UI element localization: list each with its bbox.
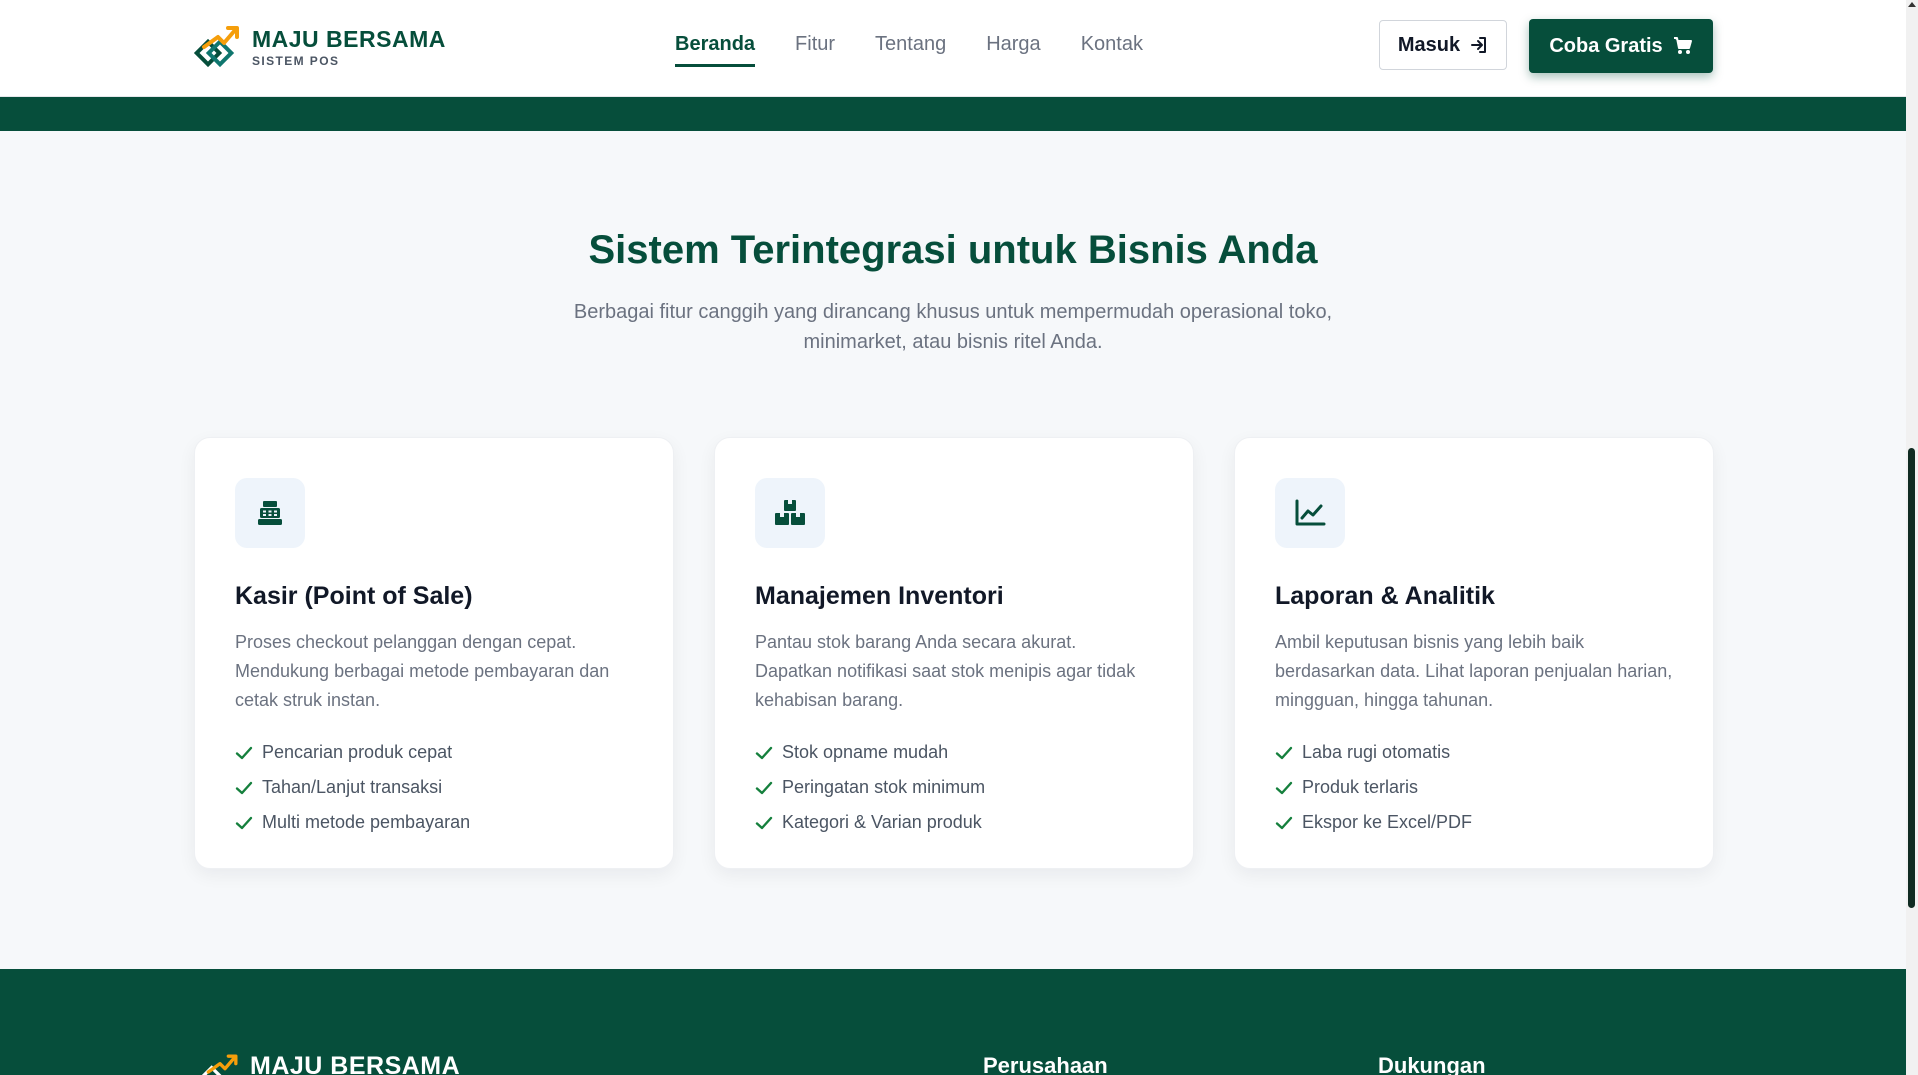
feature-list: Laba rugi otomatis Produk terlaris Ekspo… [1275, 735, 1472, 840]
check-icon [235, 781, 253, 794]
feature-label: Kategori & Varian produk [782, 812, 982, 832]
list-item: Produk terlaris [1275, 770, 1472, 805]
list-item: Stok opname mudah [755, 735, 985, 770]
check-icon [755, 746, 773, 759]
top-navbar: MAJU BERSAMA SISTEM POS Beranda Fitur Te… [0, 0, 1906, 97]
shopping-cart-icon [1673, 37, 1692, 54]
list-item: Pencarian produk cepat [235, 735, 470, 770]
nav-item-harga[interactable]: Harga [986, 30, 1040, 67]
check-icon [755, 781, 773, 794]
card-description: Ambil keputusan bisnis yang lebih baik b… [1275, 632, 1673, 710]
check-icon [1275, 746, 1293, 759]
feature-label: Peringatan stok minimum [782, 777, 986, 797]
feature-label: Pencarian produk cepat [262, 742, 453, 762]
feature-label: Multi metode pembayaran [262, 812, 471, 832]
cash-register-icon [235, 478, 305, 548]
login-button[interactable]: Masuk [1379, 20, 1507, 70]
main-nav: Beranda Fitur Tentang Harga Kontak [675, 30, 1183, 67]
brand-logo-link[interactable]: MAJU BERSAMA SISTEM POS [194, 23, 446, 71]
nav-item-beranda[interactable]: Beranda [675, 30, 756, 67]
footer-brand-name: MAJU BERSAMA [250, 1052, 461, 1075]
brand-logo-icon [200, 1054, 238, 1075]
feature-card-inventory: Manajemen Inventori Pantau stok barang A… [714, 437, 1194, 869]
nav-item-fitur[interactable]: Fitur [795, 30, 835, 67]
card-title: Manajemen Inventori [755, 582, 1004, 610]
check-icon [235, 746, 253, 759]
footer-column-title-perusahaan: Perusahaan [983, 1053, 1108, 1075]
list-item: Tahan/Lanjut transaksi [235, 770, 470, 805]
hero-bottom-band [0, 96, 1906, 131]
list-item: Ekspor ke Excel/PDF [1275, 805, 1472, 840]
feature-list: Stok opname mudah Peringatan stok minimu… [755, 735, 985, 840]
boxes-icon [755, 478, 825, 548]
check-icon [1275, 781, 1293, 794]
sign-in-icon [1471, 37, 1487, 53]
section-description: Berbagai fitur canggih yang dirancang kh… [573, 301, 1333, 353]
brand-name: MAJU BERSAMA [252, 26, 446, 52]
nav-item-kontak[interactable]: Kontak [1081, 30, 1143, 67]
scrollbar-thumb[interactable] [1908, 448, 1915, 908]
feature-label: Laba rugi otomatis [1302, 742, 1451, 762]
list-item: Laba rugi otomatis [1275, 735, 1472, 770]
feature-label: Tahan/Lanjut transaksi [262, 777, 443, 797]
check-icon [1275, 816, 1293, 829]
list-item: Multi metode pembayaran [235, 805, 470, 840]
list-item: Peringatan stok minimum [755, 770, 985, 805]
free-trial-button[interactable]: Coba Gratis [1529, 19, 1713, 73]
feature-label: Produk terlaris [1302, 777, 1419, 797]
list-item: Kategori & Varian produk [755, 805, 985, 840]
feature-card-reports: Laporan & Analitik Ambil keputusan bisni… [1234, 437, 1714, 869]
check-icon [755, 816, 773, 829]
feature-label: Ekspor ke Excel/PDF [1302, 812, 1473, 832]
page: MAJU BERSAMA SISTEM POS Beranda Fitur Te… [0, 0, 1906, 1075]
feature-list: Pencarian produk cepat Tahan/Lanjut tran… [235, 735, 470, 840]
brand-subtitle: SISTEM POS [252, 54, 340, 68]
feature-label: Stok opname mudah [782, 742, 949, 762]
check-icon [235, 816, 253, 829]
login-button-label: Masuk [1397, 33, 1461, 56]
section-title: Sistem Terintegrasi untuk Bisnis Anda [588, 228, 1318, 272]
card-description: Pantau stok barang Anda secara akurat. D… [755, 632, 1136, 710]
nav-item-tentang[interactable]: Tentang [875, 30, 946, 67]
card-title: Kasir (Point of Sale) [235, 582, 473, 610]
footer-column-title-dukungan: Dukungan [1378, 1053, 1486, 1075]
brand-logo-icon [194, 26, 239, 68]
footer-brand[interactable]: MAJU BERSAMA [200, 1052, 460, 1075]
scroll-up-arrow-icon[interactable] [1907, 0, 1917, 8]
card-description: Proses checkout pelanggan dengan cepat. … [235, 632, 610, 710]
free-trial-button-label: Coba Gratis [1549, 34, 1663, 57]
line-chart-icon [1275, 478, 1345, 548]
feature-card-pos: Kasir (Point of Sale) Proses checkout pe… [194, 437, 674, 869]
card-title: Laporan & Analitik [1275, 582, 1495, 610]
site-footer: MAJU BERSAMA Perusahaan Dukungan [0, 969, 1906, 1075]
